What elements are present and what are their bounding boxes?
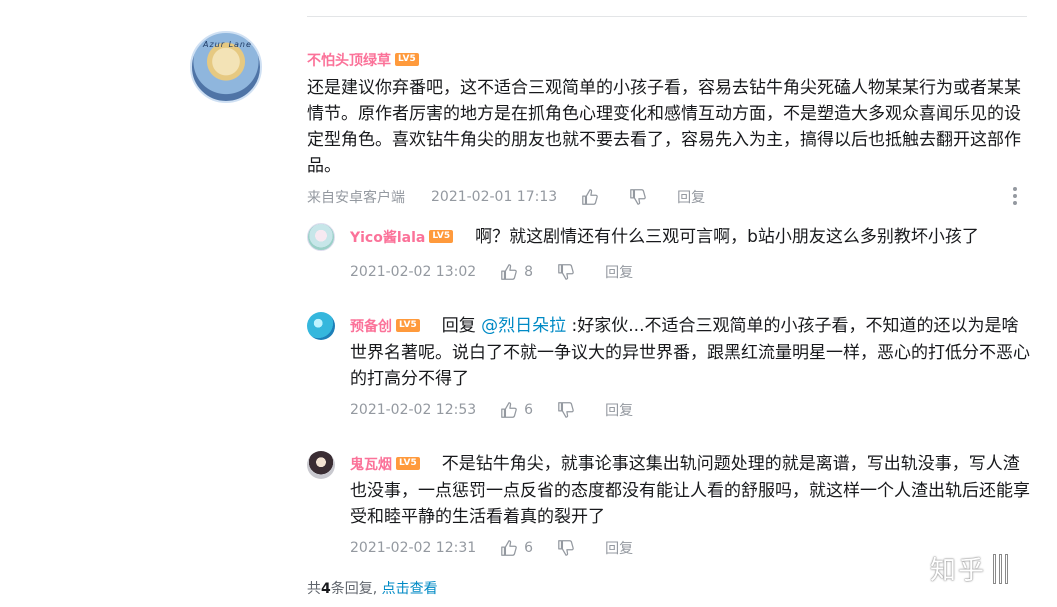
zhihu-watermark: 知乎: [930, 550, 1009, 587]
comment-time: 2021-02-02 13:02: [350, 264, 477, 280]
reply-meta: 2021-02-02 12:31 6 回复: [350, 538, 633, 558]
comment-time: 2021-02-01 17:13: [431, 189, 558, 205]
thumb-down-icon[interactable]: [557, 539, 575, 557]
level-badge: LV5: [429, 229, 454, 243]
level-badge: LV5: [396, 456, 420, 470]
reply-prefix: 回复: [441, 316, 476, 336]
username-link[interactable]: 鬼瓦烟: [350, 457, 392, 473]
reply-summary-prefix: 共: [307, 581, 321, 597]
reply-button[interactable]: 回复: [605, 400, 633, 420]
reply-summary-suffix: 条回复,: [330, 581, 378, 597]
main-comment-header: 不怕头顶绿草 LV5: [307, 50, 419, 70]
username-link[interactable]: 不怕头顶绿草: [307, 53, 391, 69]
reply-body: 预备创 LV5 回复 @烈日朵拉 :好家伙...不适合三观简单的小孩子看，不知道的还…: [350, 313, 1030, 392]
avatar[interactable]: [307, 312, 335, 340]
reply-count: 4: [321, 581, 331, 597]
comment-time: 2021-02-02 12:53: [350, 402, 477, 418]
reply-text: 不是钻牛角尖，就事论事这集出轨问题处理的就是离谱，写出轨没事，写人渣也没事，一点…: [350, 454, 1030, 527]
mention-link[interactable]: @烈日朵拉: [481, 316, 566, 336]
reply-text: 啊？就这剧情还有什么三观可言啊，b站小朋友这么多别教坏小孩了: [475, 227, 979, 247]
reply-meta: 2021-02-02 12:53 6 回复: [350, 400, 633, 420]
main-comment-meta: 来自安卓客户端 2021-02-01 17:13 回复: [307, 187, 705, 207]
reply-summary: 共4条回复, 点击查看: [307, 578, 438, 598]
view-all-replies-link[interactable]: 点击查看: [382, 581, 438, 597]
main-comment-text: 还是建议你弃番吧，这不适合三观简单的小孩子看，容易去钻牛角尖死磕人物某某行为或者…: [307, 78, 1021, 176]
level-badge: LV5: [395, 53, 419, 66]
thumb-up-icon[interactable]: [500, 539, 518, 557]
reply-body: 鬼瓦烟 LV5 不是钻牛角尖，就事论事这集出轨问题处理的就是离谱，写出轨没事，写人渣…: [350, 451, 1030, 530]
reply-body: Yico酱lala LV5 啊？就这剧情还有什么三观可言啊，b站小朋友这么多别教坏小…: [350, 224, 1030, 251]
username-link[interactable]: Yico酱lala: [350, 230, 425, 246]
comment-source: 来自安卓客户端: [307, 190, 405, 206]
thumb-up-icon[interactable]: [581, 188, 599, 206]
level-badge: LV5: [396, 318, 420, 332]
more-vertical-icon[interactable]: [1012, 187, 1018, 205]
avatar[interactable]: Azur Lane: [190, 31, 262, 103]
thumb-up-icon[interactable]: [500, 401, 518, 419]
avatar-ring-text: Azur Lane: [203, 40, 252, 49]
thumb-up-icon[interactable]: [500, 263, 518, 281]
avatar[interactable]: [307, 223, 335, 251]
like-count: 8: [524, 264, 534, 280]
thumb-down-icon[interactable]: [557, 401, 575, 419]
thumb-down-icon[interactable]: [557, 263, 575, 281]
thumb-down-icon[interactable]: [629, 188, 647, 206]
reply-button[interactable]: 回复: [605, 262, 633, 282]
like-count: 6: [524, 402, 534, 418]
username-link[interactable]: 预备创: [350, 319, 392, 335]
comment-time: 2021-02-02 12:31: [350, 540, 477, 556]
watermark-text: 知乎: [930, 556, 987, 586]
like-count: 6: [524, 540, 534, 556]
reply-meta: 2021-02-02 13:02 8 回复: [350, 262, 633, 282]
reply-button[interactable]: 回复: [605, 538, 633, 558]
watermark-bars: [990, 553, 1009, 584]
reply-button[interactable]: 回复: [677, 187, 705, 207]
avatar[interactable]: [307, 451, 335, 479]
top-divider: [307, 16, 1027, 17]
